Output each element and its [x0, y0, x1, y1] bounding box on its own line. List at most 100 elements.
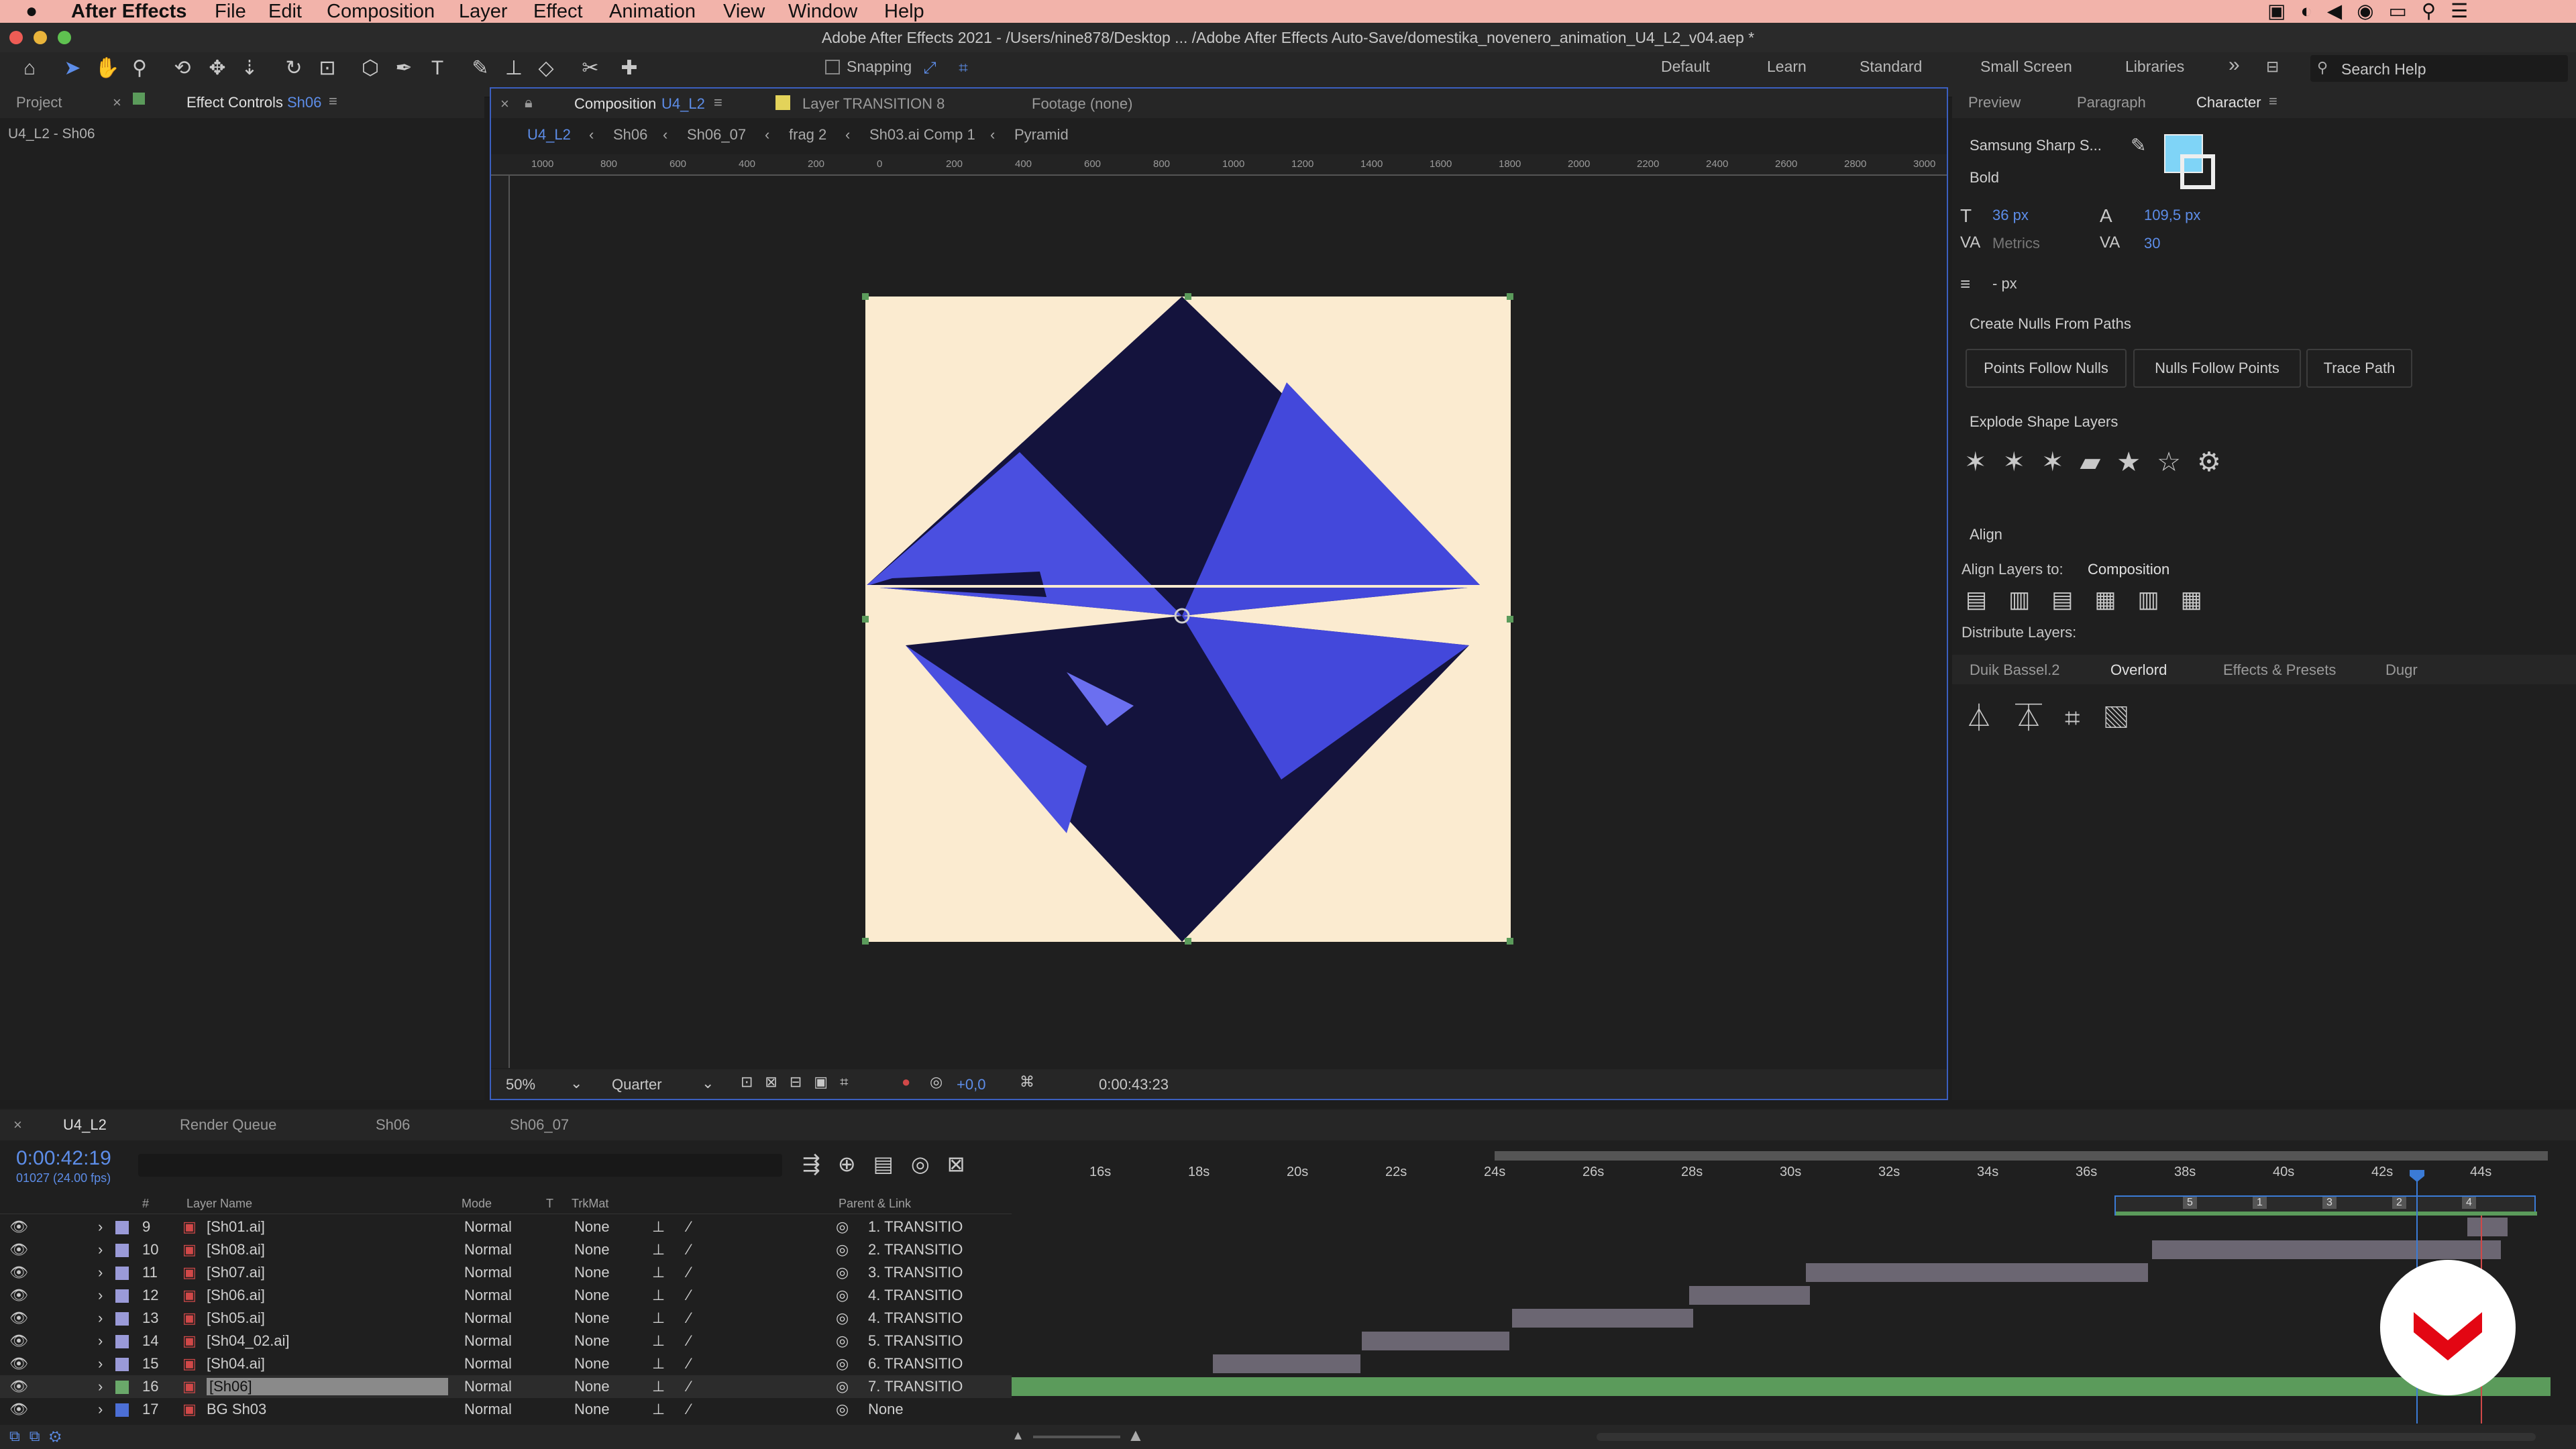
blend-mode-dropdown[interactable]: Normal	[464, 1355, 512, 1373]
pick-whip-icon[interactable]: ◎	[836, 1264, 849, 1281]
trace-path-button[interactable]: Trace Path	[2306, 349, 2412, 388]
tab-character[interactable]: Character	[2196, 94, 2261, 111]
font-family-dropdown[interactable]: Samsung Sharp S...	[1970, 137, 2102, 154]
work-area-bar[interactable]	[1495, 1151, 2548, 1161]
zoom-tool-icon[interactable]: ⚲	[125, 54, 154, 83]
resolution-dropdown[interactable]: Quarter	[612, 1076, 662, 1093]
workspace-learn[interactable]: Learn	[1767, 58, 1807, 76]
leading-value[interactable]: 109,5 px	[2144, 207, 2200, 224]
parent-dropdown[interactable]: None	[868, 1401, 904, 1418]
zoom-dropdown[interactable]: 50%	[506, 1076, 535, 1093]
label-color-swatch[interactable]	[115, 1289, 129, 1303]
kerning-value[interactable]: Metrics	[1992, 235, 2040, 252]
marker-strip[interactable]: 5 1 3 2 4	[2114, 1195, 2537, 1216]
blend-mode-dropdown[interactable]: Normal	[464, 1401, 512, 1418]
layer-name[interactable]: [Sh04_02.ai]	[207, 1332, 290, 1350]
status-icons[interactable]: ▣◐◀◉▭⚲☰	[2267, 0, 2483, 23]
parent-dropdown[interactable]: 4. TRANSITIO	[868, 1287, 963, 1304]
expand-arrow-icon[interactable]: ›	[98, 1264, 103, 1281]
color-icon[interactable]: ●	[902, 1073, 910, 1091]
breadcrumb-frag-2[interactable]: frag 2	[789, 126, 826, 144]
layer-duration-bar[interactable]	[2152, 1240, 2501, 1259]
snapping-checkbox[interactable]	[825, 60, 840, 74]
trkmat-dropdown[interactable]: None	[574, 1287, 610, 1304]
comp-handle[interactable]	[862, 616, 869, 623]
menu-effect[interactable]: Effect	[533, 0, 583, 23]
parent-dropdown[interactable]: 6. TRANSITIO	[868, 1355, 963, 1373]
exposure-value[interactable]: +0,0	[957, 1076, 985, 1093]
layer-duration-bar[interactable]	[1689, 1286, 1810, 1305]
eyedropper-icon[interactable]: ✎	[2131, 134, 2146, 156]
switch-icons[interactable]: ⊥ ⁄	[652, 1378, 700, 1395]
comp-timecode[interactable]: 0:00:43:23	[1099, 1076, 1169, 1093]
layer-row[interactable]: 👁︎ › 9 ▣ [Sh01.ai] Normal None ⊥ ⁄ ◎ 1. TRANSITIO	[0, 1216, 1012, 1238]
snapshot-icon[interactable]: ⌘	[1020, 1073, 1034, 1091]
apple-icon[interactable]: ●	[25, 0, 38, 23]
nulls-follow-points-button[interactable]: Nulls Follow Points	[2133, 349, 2301, 388]
layer-row[interactable]: 👁︎ › 14 ▣ [Sh04_02.ai] Normal None ⊥ ⁄ ◎ 5. TRANS…	[0, 1330, 1012, 1352]
label-color-swatch[interactable]	[115, 1221, 129, 1234]
rotate-tool-icon[interactable]: ↻	[279, 54, 309, 83]
comp-handle[interactable]	[1507, 293, 1513, 300]
layer-name[interactable]: [Sh04.ai]	[207, 1355, 265, 1373]
layer-name[interactable]: [Sh07.ai]	[207, 1264, 265, 1281]
overlord-tool-icons[interactable]: ⏃⏄⌗▧	[1966, 696, 2153, 735]
time-ruler[interactable]: 16s 18s 20s 22s 24s 26s 28s 30s 32s 34s 36s 38s 40s 4…	[1012, 1151, 2555, 1202]
current-time[interactable]: 0:00:42:19	[16, 1147, 111, 1170]
pick-whip-icon[interactable]: ◎	[836, 1378, 849, 1395]
clone-tool-icon[interactable]: ⊥	[499, 54, 529, 83]
pick-whip-icon[interactable]: ◎	[836, 1332, 849, 1350]
hand-tool-icon[interactable]: ✋	[93, 54, 122, 83]
comp-handle[interactable]	[862, 938, 869, 945]
tab-effect-controls-layer[interactable]: Sh06	[287, 94, 321, 111]
parent-dropdown[interactable]: 5. TRANSITIO	[868, 1332, 963, 1350]
anchor-tool-icon[interactable]: ⊡	[313, 54, 342, 83]
blend-mode-dropdown[interactable]: Normal	[464, 1241, 512, 1258]
layer-duration-bar[interactable]	[2467, 1218, 2508, 1236]
layer-row[interactable]: 👁︎ › 12 ▣ [Sh06.ai] Normal None ⊥ ⁄ ◎ 4. TRANSITI…	[0, 1284, 1012, 1307]
tab-paragraph[interactable]: Paragraph	[2077, 94, 2146, 111]
pick-whip-icon[interactable]: ◎	[836, 1309, 849, 1327]
trkmat-dropdown[interactable]: None	[574, 1309, 610, 1327]
pick-whip-icon[interactable]: ◎	[836, 1218, 849, 1236]
parent-dropdown[interactable]: 4. TRANSITIO	[868, 1309, 963, 1327]
tab-effect-controls[interactable]: Effect Controls	[186, 94, 283, 111]
breadcrumb-sh03-comp[interactable]: Sh03.ai Comp 1	[869, 126, 975, 144]
trkmat-dropdown[interactable]: None	[574, 1401, 610, 1418]
switch-icons[interactable]: ⊥ ⁄	[652, 1287, 700, 1304]
comp-handle[interactable]	[862, 293, 869, 300]
stroke-color-swatch[interactable]	[2180, 154, 2215, 189]
workspace-edit-icon[interactable]: ⊟	[2266, 58, 2279, 76]
tab-u4-l2[interactable]: U4_L2	[63, 1116, 107, 1134]
eye-icon[interactable]: 👁︎	[9, 1241, 28, 1258]
layer-row[interactable]: 👁︎ › 11 ▣ [Sh07.ai] Normal None ⊥ ⁄ ◎ 3. TRANSITI…	[0, 1261, 1012, 1284]
vertical-ruler[interactable]	[491, 176, 510, 1068]
comp-handle[interactable]	[1507, 938, 1513, 945]
blend-mode-dropdown[interactable]: Normal	[464, 1309, 512, 1327]
eye-icon[interactable]: 👁︎	[9, 1332, 28, 1350]
tab-effects-presets[interactable]: Effects & Presets	[2223, 661, 2336, 679]
tab-footage[interactable]: Footage (none)	[1032, 95, 1132, 113]
tab-composition-name[interactable]: U4_L2	[661, 95, 705, 113]
eye-icon[interactable]: 👁︎	[9, 1309, 28, 1327]
expand-arrow-icon[interactable]: ›	[98, 1332, 103, 1350]
label-color-swatch[interactable]	[115, 1381, 129, 1394]
parent-dropdown[interactable]: 3. TRANSITIO	[868, 1264, 963, 1281]
zoom-in-icon[interactable]: ▲	[1127, 1425, 1144, 1446]
blend-mode-dropdown[interactable]: Normal	[464, 1378, 512, 1395]
tab-preview[interactable]: Preview	[1968, 94, 2021, 111]
menu-window[interactable]: Window	[788, 0, 857, 23]
blend-mode-dropdown[interactable]: Normal	[464, 1218, 512, 1236]
tab-dugr[interactable]: Dugr	[2385, 661, 2418, 679]
panel-menu-icon[interactable]: ≡	[2269, 93, 2277, 110]
menu-help[interactable]: Help	[884, 0, 924, 23]
eraser-tool-icon[interactable]: ◇	[531, 54, 561, 83]
font-style-dropdown[interactable]: Bold	[1970, 169, 1999, 186]
layer-duration-bar[interactable]	[1806, 1263, 2148, 1282]
layer-name[interactable]: [Sh06.ai]	[207, 1287, 265, 1304]
align-buttons-icons[interactable]: ▤▥▤▦▥▦	[1966, 586, 2224, 613]
layer-marker[interactable]: 5	[2183, 1197, 2197, 1209]
menu-animation[interactable]: Animation	[609, 0, 696, 23]
switch-icons[interactable]: ⊥ ⁄	[652, 1218, 700, 1236]
layer-row[interactable]: 👁︎ › 15 ▣ [Sh04.ai] Normal None ⊥ ⁄ ◎ 6. TRANSITI…	[0, 1352, 1012, 1375]
